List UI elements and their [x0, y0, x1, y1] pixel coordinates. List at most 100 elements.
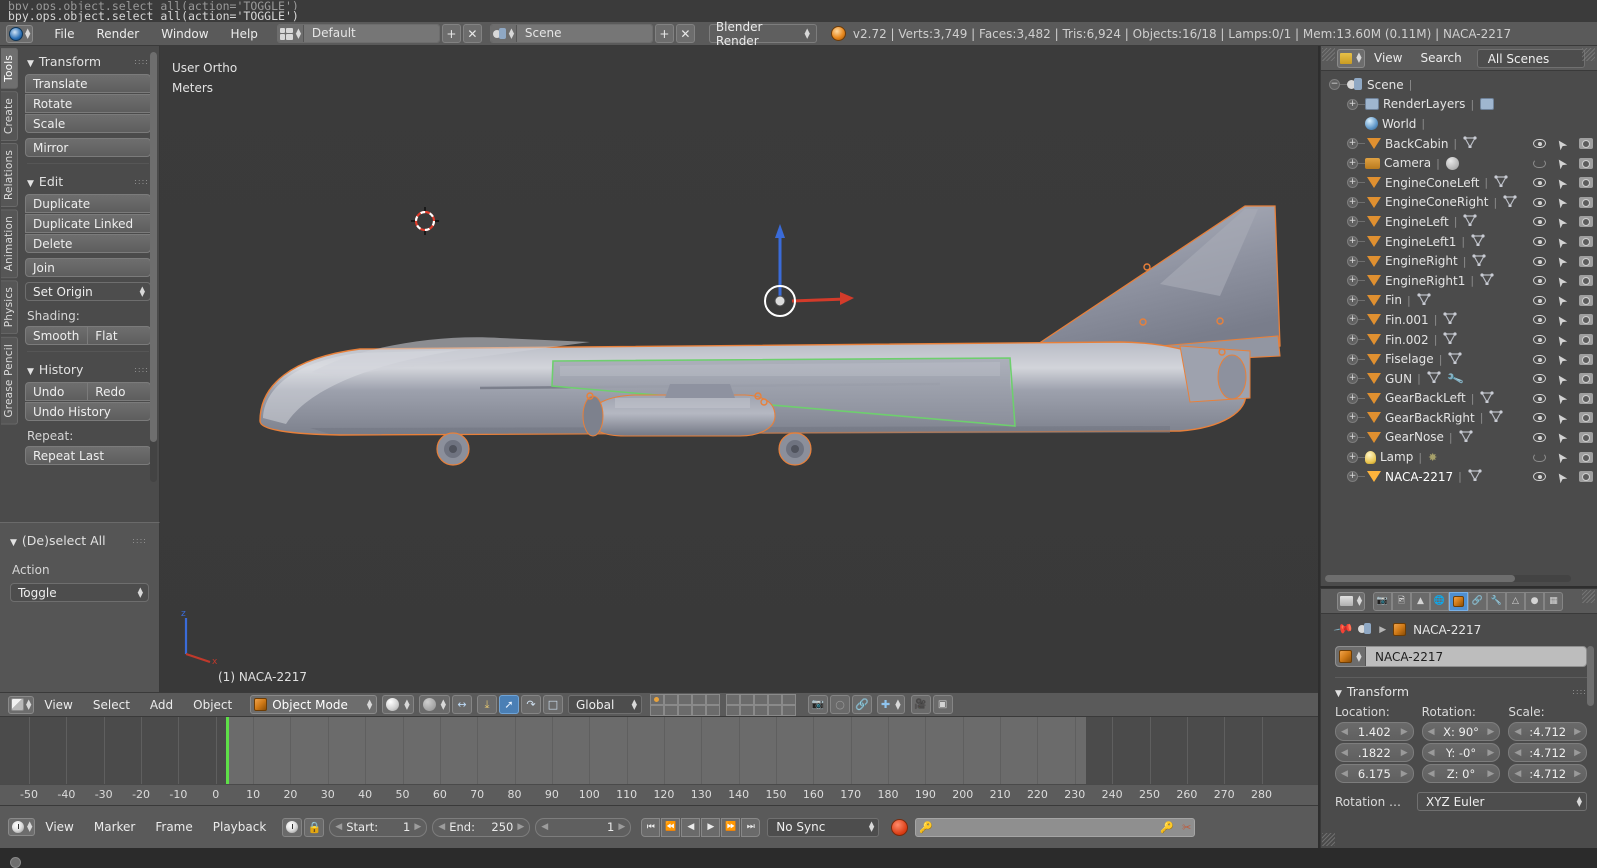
mesh-data-icon[interactable] [1494, 175, 1508, 190]
outliner-row-engineright1[interactable]: + EngineRight1 | ➤ [1321, 271, 1597, 291]
timeline-menu-frame[interactable]: Frame [145, 818, 202, 836]
rotate-manipulator-toggle[interactable]: ↷ [521, 695, 541, 714]
eye-visibility-icon[interactable] [1533, 237, 1547, 247]
selectability-cursor-icon[interactable]: ➤ [1553, 351, 1572, 369]
timeline-scroll-handle[interactable] [10, 857, 21, 868]
outliner-row-engineright[interactable]: + EngineRight | ➤ [1321, 251, 1597, 271]
tab-render[interactable]: 📷 [1373, 591, 1392, 611]
timeline-menu-marker[interactable]: Marker [84, 818, 145, 836]
renderability-camera-icon[interactable] [1579, 392, 1593, 404]
outliner-row-fin-001[interactable]: + Fin.001 | ➤ [1321, 310, 1597, 330]
eye-visibility-icon[interactable] [1533, 393, 1547, 403]
viewport-menu-add[interactable]: Add [140, 696, 183, 714]
scale-manipulator-toggle[interactable]: □ [543, 695, 563, 714]
scene-layers-group-1[interactable] [650, 693, 720, 716]
pivot-point-selector[interactable]: ▲ ▼ [418, 695, 450, 714]
expand-collapse-icon[interactable]: + [1347, 275, 1358, 287]
translate-manipulator-toggle[interactable]: ➚ [499, 695, 519, 714]
lamp-data-icon[interactable]: ✸ [1428, 451, 1437, 464]
mesh-data-icon[interactable] [1417, 293, 1431, 308]
expand-collapse-icon[interactable]: + [1347, 236, 1358, 248]
renderability-camera-icon[interactable] [1579, 255, 1593, 267]
timeline-playhead[interactable] [226, 717, 229, 784]
tab-texture[interactable]: ▦ [1544, 591, 1563, 611]
outliner-row-lamp[interactable]: + Lamp | ✸ ➤ [1321, 447, 1597, 467]
renderability-camera-icon[interactable] [1579, 138, 1593, 150]
mesh-data-icon[interactable] [1427, 371, 1441, 386]
outliner-row-fiselage[interactable]: + Fiselage | ➤ [1321, 349, 1597, 369]
selectability-cursor-icon[interactable]: ➤ [1553, 272, 1572, 290]
rotate-button[interactable]: Rotate [25, 94, 151, 113]
expand-collapse-icon[interactable]: + [1347, 471, 1358, 483]
expand-collapse-icon[interactable]: + [1347, 353, 1358, 365]
renderability-camera-icon[interactable] [1579, 294, 1593, 306]
tab-material[interactable]: ● [1525, 591, 1544, 611]
renderability-camera-icon[interactable] [1579, 216, 1593, 228]
outliner-scene-filter[interactable]: All Scenes [1476, 48, 1585, 68]
renderability-camera-icon[interactable] [1579, 412, 1593, 424]
selectability-cursor-icon[interactable]: ➤ [1553, 331, 1572, 349]
eye-visibility-icon[interactable] [1533, 295, 1547, 305]
outliner-row-fin-002[interactable]: + Fin.002 | ➤ [1321, 330, 1597, 350]
rotation-z-field[interactable]: ◀ Z: 0° ▶ [1421, 764, 1501, 783]
outliner-row-engineleft1[interactable]: + EngineLeft1 | ➤ [1321, 232, 1597, 252]
delete-screen-layout-button[interactable]: ✕ [462, 24, 482, 43]
tab-relations[interactable]: Relations [1, 142, 18, 207]
render-layer-data-icon[interactable] [1480, 98, 1495, 111]
outliner-tree[interactable]: − Scene | + RenderLayers | World | + BackCabin | ➤ +… [1321, 71, 1597, 566]
selectability-cursor-icon[interactable]: ➤ [1553, 409, 1572, 427]
mesh-data-icon[interactable] [1448, 352, 1463, 367]
jump-to-start-button[interactable]: ⏮ [641, 817, 661, 837]
modifier-wrench-icon[interactable]: 🔧 [1446, 370, 1465, 388]
expand-collapse-icon[interactable]: + [1347, 294, 1358, 306]
mesh-data-icon[interactable] [1480, 391, 1495, 406]
menu-help[interactable]: Help [220, 25, 269, 43]
3d-viewport[interactable]: User Ortho Meters z x (1) NACA-2217 Tool… [0, 46, 1318, 692]
outliner-row-gearbackright[interactable]: + GearBackRight | ➤ [1321, 408, 1597, 428]
selectability-cursor-icon[interactable]: ➤ [1553, 292, 1572, 310]
expand-collapse-icon[interactable]: − [1329, 79, 1340, 91]
outliner-row-gearnose[interactable]: + GearNose | ➤ [1321, 428, 1597, 448]
panel-header-object-transform[interactable]: ▼ Transform :::: [1335, 682, 1587, 705]
add-screen-layout-button[interactable]: + [441, 24, 461, 43]
menu-file[interactable]: File [43, 25, 85, 43]
selectability-cursor-icon[interactable]: ➤ [1553, 253, 1572, 271]
delete-keyframe-icon[interactable]: ✂ [1182, 821, 1191, 834]
play-reverse-button[interactable]: ◀ [681, 817, 701, 837]
expand-collapse-icon[interactable]: + [1347, 451, 1358, 463]
outliner-row-scene[interactable]: − Scene | [1321, 75, 1597, 95]
shade-smooth-button[interactable]: Smooth [25, 326, 89, 345]
location-y-field[interactable]: ◀ .1822 ▶ [1335, 743, 1414, 762]
renderability-camera-icon[interactable] [1579, 373, 1593, 385]
location-x-field[interactable]: ◀ 1.402 ▶ [1335, 722, 1414, 741]
end-frame-field[interactable]: ◀ End: 250 ▶ [432, 817, 531, 837]
eye-visibility-icon[interactable] [1533, 452, 1547, 462]
redo-button[interactable]: Redo [88, 382, 151, 401]
renderability-camera-icon[interactable] [1579, 275, 1593, 287]
eye-visibility-icon[interactable] [1533, 335, 1547, 345]
tab-object[interactable] [1449, 591, 1468, 611]
panel-header-edit[interactable]: ▼ Edit :::: [25, 170, 151, 194]
renderability-camera-icon[interactable] [1579, 157, 1593, 169]
outliner-row-engineleft[interactable]: + EngineLeft | ➤ [1321, 212, 1597, 232]
expand-collapse-icon[interactable]: + [1347, 392, 1358, 404]
tab-scene[interactable]: ▲ [1411, 591, 1430, 611]
renderability-camera-icon[interactable] [1579, 196, 1593, 208]
render-engine-selector[interactable]: Blender Render ▲ ▼ [708, 20, 817, 48]
viewport-menu-view[interactable]: View [34, 696, 82, 714]
menu-render[interactable]: Render [85, 25, 150, 43]
menu-window[interactable]: Window [150, 25, 219, 43]
eye-visibility-icon[interactable] [1533, 354, 1547, 364]
expand-collapse-icon[interactable]: + [1347, 255, 1358, 267]
selectability-cursor-icon[interactable]: ➤ [1553, 194, 1572, 212]
delete-button[interactable]: Delete [25, 234, 151, 253]
tab-world[interactable]: 🌐 [1430, 591, 1449, 611]
expand-collapse-icon[interactable]: + [1347, 373, 1358, 385]
interaction-mode-selector[interactable]: Object Mode ▲ ▼ [250, 695, 378, 714]
rotation-mode-selector[interactable]: XYZ Euler ▲ ▼ [1417, 792, 1587, 811]
scene-selector[interactable]: ▲ ▼ Scene [489, 24, 653, 43]
mesh-data-icon[interactable] [1480, 273, 1494, 288]
expand-collapse-icon[interactable]: + [1347, 196, 1358, 208]
expand-collapse-icon[interactable]: + [1347, 216, 1358, 228]
tool-shelf-scrollbar[interactable] [150, 52, 157, 482]
